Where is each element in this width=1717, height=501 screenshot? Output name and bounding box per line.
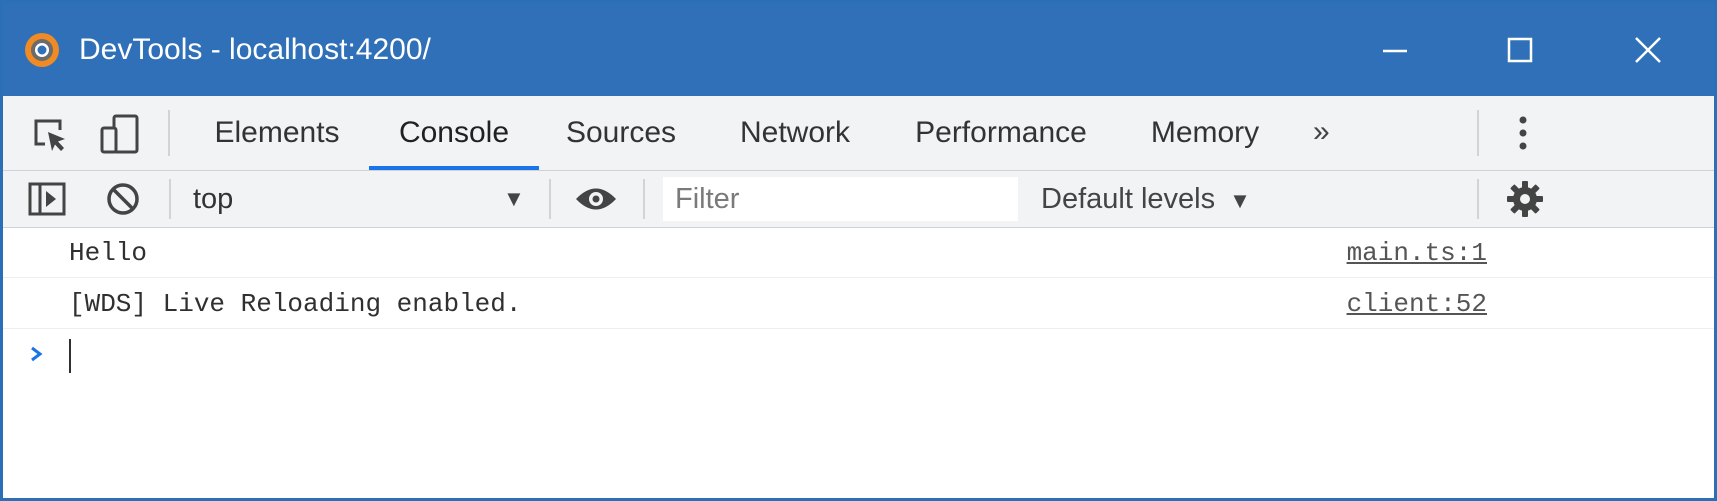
clear-console-button[interactable]	[101, 179, 145, 219]
minimize-icon	[1383, 49, 1407, 52]
toolbar-divider	[1477, 179, 1479, 219]
minimize-button[interactable]	[1340, 3, 1450, 96]
more-options-button[interactable]	[1505, 110, 1541, 156]
toolbar-divider	[169, 179, 171, 219]
context-selector[interactable]: top	[193, 171, 533, 227]
filter-input[interactable]	[663, 177, 1018, 221]
settings-gear-icon	[1507, 181, 1543, 217]
console-prompt[interactable]	[3, 329, 1714, 379]
inspect-element-button[interactable]	[25, 112, 73, 156]
tab-performance[interactable]: Performance	[901, 96, 1101, 170]
device-toggle-icon	[100, 114, 139, 154]
live-expression-eye-icon	[576, 188, 616, 210]
maximize-icon	[1507, 37, 1533, 62]
tab-memory[interactable]: Memory	[1135, 96, 1275, 170]
context-dropdown-arrow-icon: ▼	[503, 186, 525, 211]
chrome-devtools-icon	[25, 33, 59, 67]
console-message-source-link[interactable]: client:52	[1347, 279, 1487, 329]
panel-tab-bar: Elements Console Sources Network Perform…	[3, 96, 1714, 171]
console-output[interactable]: Hello main.ts:1 [WDS] Live Reloading ena…	[3, 228, 1714, 498]
tab-console[interactable]: Console	[369, 96, 539, 170]
device-toggle-button[interactable]	[95, 110, 143, 158]
toolbar-divider	[549, 179, 551, 219]
window-title: DevTools - localhost:4200/	[79, 33, 431, 66]
console-toolbar: top ▼ Default levels ▼	[3, 171, 1714, 228]
console-settings-button[interactable]	[1503, 179, 1547, 219]
console-message: Hello main.ts:1	[3, 228, 1714, 278]
log-levels-dropdown[interactable]: Default levels ▼	[1041, 171, 1251, 227]
more-options-icon	[1519, 116, 1527, 150]
log-levels-label: Default levels	[1041, 183, 1216, 215]
console-message-text: Hello	[69, 238, 148, 268]
console-message: [WDS] Live Reloading enabled. client:52	[3, 279, 1714, 329]
close-button[interactable]	[1593, 3, 1703, 96]
tab-sources[interactable]: Sources	[553, 96, 689, 170]
toolbar-divider	[643, 179, 645, 219]
title-bar[interactable]: DevTools - localhost:4200/	[3, 3, 1714, 96]
more-tabs-button[interactable]: »	[1313, 96, 1330, 170]
log-levels-arrow-icon: ▼	[1229, 188, 1251, 213]
sidebar-toggle-icon	[28, 182, 66, 216]
maximize-button[interactable]	[1465, 3, 1575, 96]
clear-console-icon	[107, 183, 139, 215]
prompt-chevron-icon	[31, 346, 43, 362]
tab-network[interactable]: Network	[725, 96, 865, 170]
console-message-text: [WDS] Live Reloading enabled.	[69, 289, 522, 319]
devtools-window: DevTools - localhost:4200/ Elements Cons…	[0, 0, 1717, 501]
live-expression-button[interactable]	[573, 179, 619, 219]
toolbar-divider	[168, 110, 170, 156]
sidebar-toggle-button[interactable]	[25, 179, 69, 219]
toolbar-divider	[1477, 110, 1479, 156]
text-caret	[69, 339, 71, 373]
close-icon	[1635, 36, 1661, 63]
console-message-source-link[interactable]: main.ts:1	[1347, 228, 1487, 278]
inspect-element-icon	[34, 119, 65, 151]
tab-elements[interactable]: Elements	[199, 96, 355, 170]
